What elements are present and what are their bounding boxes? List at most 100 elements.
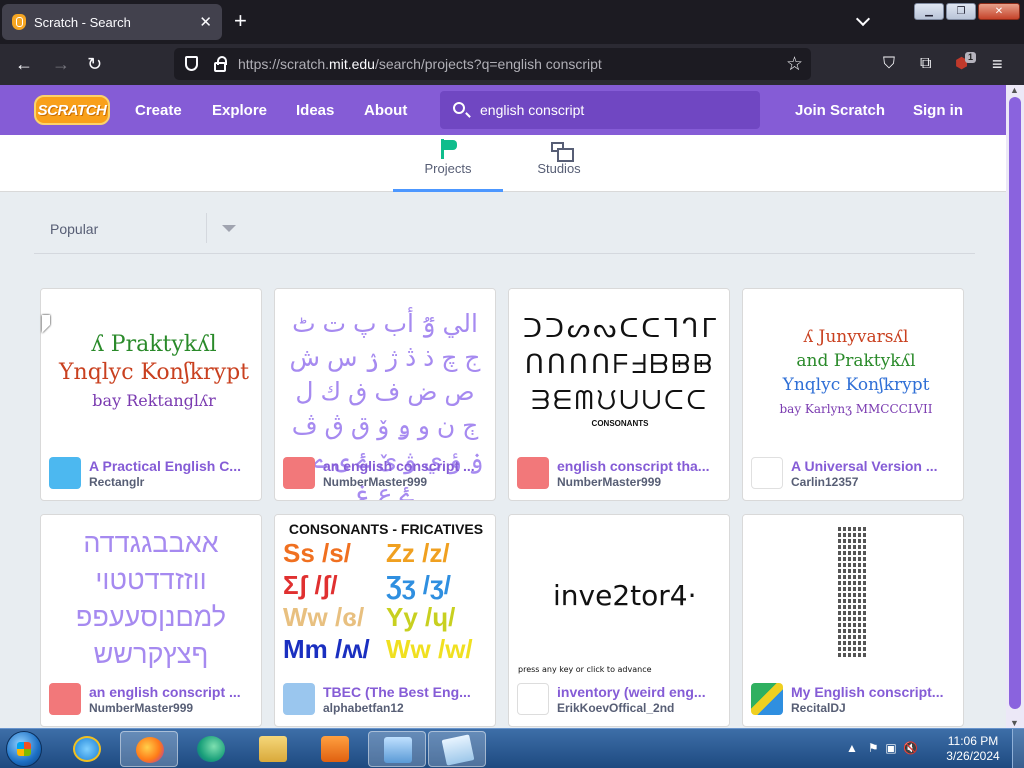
project-author[interactable]: alphabetfan12	[323, 701, 404, 715]
project-card[interactable]: ᑐᑐᔕᔓᑕᑕᒣᒉᒥ ᑎᑎᑎᑎᖴᖵᗷᗸᗸ ᗱᗴᗰᙀᑌᑌᑕᑕ CONSONANTS …	[508, 288, 730, 501]
start-button[interactable]	[6, 731, 42, 767]
forward-arrow-icon[interactable]: →	[52, 54, 70, 74]
project-thumbnail[interactable]: inve2tor4· press any key or click to adv…	[509, 515, 729, 675]
author-avatar[interactable]	[283, 457, 315, 489]
project-title[interactable]: an english conscript ...	[323, 458, 489, 474]
taskbar-media-player[interactable]	[306, 731, 364, 767]
taskbar-firefox[interactable]	[120, 731, 178, 767]
project-thumbnail[interactable]	[743, 515, 963, 675]
app-menu-hamburger-icon[interactable]: ≡	[992, 54, 1003, 74]
author-avatar[interactable]	[751, 457, 783, 489]
project-author[interactable]: NumberMaster999	[89, 701, 193, 715]
taskbar-internet-explorer[interactable]	[58, 731, 116, 767]
scroll-down-arrow-icon[interactable]: ▼	[1010, 718, 1019, 728]
firefox-icon	[136, 737, 164, 763]
project-thumbnail[interactable]: ʎ Praktykʎl Ynqlyc Konʃkrypt bay Rektang…	[41, 289, 261, 449]
project-thumbnail[interactable]: ʎ Junyvarsʎl and Praktykʎl Ynqlyc Konʃkr…	[743, 289, 963, 449]
nav-create[interactable]: Create	[135, 102, 182, 119]
project-title[interactable]: an english conscript ...	[89, 684, 255, 700]
control-panel-icon	[384, 737, 412, 763]
project-title[interactable]: My English conscript...	[791, 684, 957, 700]
scrollbar-thumb[interactable]	[1009, 97, 1021, 709]
taskbar-file-explorer[interactable]	[244, 731, 302, 767]
project-card[interactable]: ʎ Praktykʎl Ynqlyc Konʃkrypt bay Rektang…	[40, 288, 262, 501]
sign-in-link[interactable]: Sign in	[913, 102, 963, 119]
nav-about[interactable]: About	[364, 102, 407, 119]
browser-tab[interactable]: Scratch - Search ✕	[2, 4, 222, 40]
url-text[interactable]: https://scratch.mit.edu/search/projects?…	[238, 56, 602, 72]
taskbar-control-panel[interactable]	[368, 731, 426, 767]
network-icon[interactable]: ▣	[885, 741, 896, 755]
author-avatar[interactable]	[517, 457, 549, 489]
show-hidden-icons-arrow-icon[interactable]: ▲	[846, 741, 858, 755]
reload-icon[interactable]: ↻	[87, 54, 102, 74]
system-tray[interactable]: ▲ ⚑ ▣ 🔇	[846, 741, 918, 755]
tab-studios[interactable]: Studios	[504, 135, 614, 192]
project-thumbnail[interactable]: CONSONANTS - FRICATIVES Ss /s/Zz /z/ Ʃʃ …	[275, 515, 495, 675]
search-input[interactable]: english conscript	[480, 102, 584, 118]
bookmark-star-icon[interactable]: ☆	[786, 53, 803, 76]
project-title[interactable]: inventory (weird eng...	[557, 684, 723, 700]
project-title[interactable]: TBEC (The Best Eng...	[323, 684, 489, 700]
taskbar-clock[interactable]: 11:06 PM 3/26/2024	[940, 734, 1006, 764]
search-icon	[453, 102, 465, 114]
action-center-flag-icon[interactable]: ⚑	[868, 741, 879, 755]
scratch-logo[interactable]: SCRATCH	[34, 95, 110, 125]
thumbnail-text: ʎ Junyvarsʎl and Praktykʎl Ynqlyc Konʃkr…	[779, 327, 933, 416]
author-avatar[interactable]	[751, 683, 783, 715]
project-title[interactable]: A Practical English C...	[89, 458, 255, 474]
project-title[interactable]: A Universal Version ...	[791, 458, 957, 474]
address-bar[interactable]: https://scratch.mit.edu/search/projects?…	[174, 48, 811, 80]
project-author[interactable]: RecitalDJ	[791, 701, 846, 715]
project-author[interactable]: NumberMaster999	[557, 475, 661, 489]
project-card[interactable]: ʎ Junyvarsʎl and Praktykʎl Ynqlyc Konʃkr…	[742, 288, 964, 501]
clock-time: 11:06 PM	[947, 734, 999, 748]
restore-button[interactable]: ❐	[946, 3, 976, 20]
nav-explore[interactable]: Explore	[212, 102, 267, 119]
scroll-up-arrow-icon[interactable]: ▲	[1010, 85, 1019, 95]
search-results-page: Projects Studios Popular ʎ Praktykʎl Ynq…	[0, 135, 1006, 728]
project-card[interactable]: الي ٷ أب پ ت ٹ ج چ ذ ڎ ژ ۯ س ش ص ض ف ڧ ك…	[274, 288, 496, 501]
volume-muted-icon[interactable]: 🔇	[903, 741, 918, 755]
tab-close-icon[interactable]: ✕	[199, 13, 212, 31]
project-author[interactable]: ErikKoevOffical_2nd	[557, 701, 674, 715]
author-avatar[interactable]	[49, 457, 81, 489]
project-thumbnail[interactable]: الي ٷ أب پ ت ٹ ج چ ذ ڎ ژ ۯ س ش ص ض ف ڧ ك…	[275, 289, 495, 500]
join-scratch-link[interactable]: Join Scratch	[795, 102, 885, 119]
project-author[interactable]: NumberMaster999	[323, 475, 427, 489]
project-author[interactable]: Carlin12357	[791, 475, 858, 489]
project-author[interactable]: Rectanglr	[89, 475, 144, 489]
author-avatar-cat-icon[interactable]	[517, 683, 549, 715]
extensions-puzzle-icon[interactable]: ⧉	[920, 54, 931, 74]
project-card[interactable]: My English conscript... RecitalDJ	[742, 514, 964, 727]
secure-lock-icon[interactable]	[214, 56, 227, 72]
new-tab-plus-icon[interactable]: +	[234, 10, 247, 32]
thumbnail-list-graphic	[838, 527, 868, 659]
author-avatar[interactable]	[49, 683, 81, 715]
tracking-protection-shield-icon[interactable]	[185, 56, 198, 71]
window-controls: ▁ ❐ ✕	[914, 3, 1020, 20]
taskbar-notepad[interactable]	[428, 731, 486, 767]
minimize-button[interactable]: ▁	[914, 3, 944, 20]
project-thumbnail[interactable]: אאבבגגדדה ווזזדדטטוי למםנןסעעפפ ףצץקרשש	[41, 515, 261, 675]
list-all-tabs-chevron-icon[interactable]	[857, 12, 871, 26]
back-arrow-icon[interactable]: ←	[15, 54, 33, 74]
project-thumbnail[interactable]: ᑐᑐᔕᔓᑕᑕᒣᒉᒥ ᑎᑎᑎᑎᖴᖵᗷᗸᗸ ᗱᗴᗰᙀᑌᑌᑕᑕ CONSONANTS	[509, 289, 729, 449]
sort-dropdown[interactable]: Popular	[34, 203, 975, 254]
tab-studios-label: Studios	[537, 161, 581, 176]
project-card[interactable]: inve2tor4· press any key or click to adv…	[508, 514, 730, 727]
search-box[interactable]: english conscript	[440, 91, 760, 129]
show-desktop-button[interactable]	[1012, 729, 1024, 768]
nav-ideas[interactable]: Ideas	[296, 102, 334, 119]
caret-down-icon[interactable]	[222, 225, 236, 232]
taskbar-edge[interactable]	[182, 731, 240, 767]
project-card[interactable]: אאבבגגדדה ווזזדדטטוי למםנןסעעפפ ףצץקרשש …	[40, 514, 262, 727]
author-avatar[interactable]	[283, 683, 315, 715]
tab-projects[interactable]: Projects	[393, 135, 503, 192]
project-card[interactable]: CONSONANTS - FRICATIVES Ss /s/Zz /z/ Ʃʃ …	[274, 514, 496, 727]
thumbnail-text: אאבבגגדדה ווזזדדטטוי למםנןסעעפפ ףצץקרשש	[75, 528, 227, 669]
page-scrollbar[interactable]: ▲ ▼	[1006, 85, 1024, 728]
close-window-button[interactable]: ✕	[978, 3, 1020, 20]
pocket-icon[interactable]: ⛉	[883, 54, 895, 74]
project-title[interactable]: english conscript tha...	[557, 458, 723, 474]
